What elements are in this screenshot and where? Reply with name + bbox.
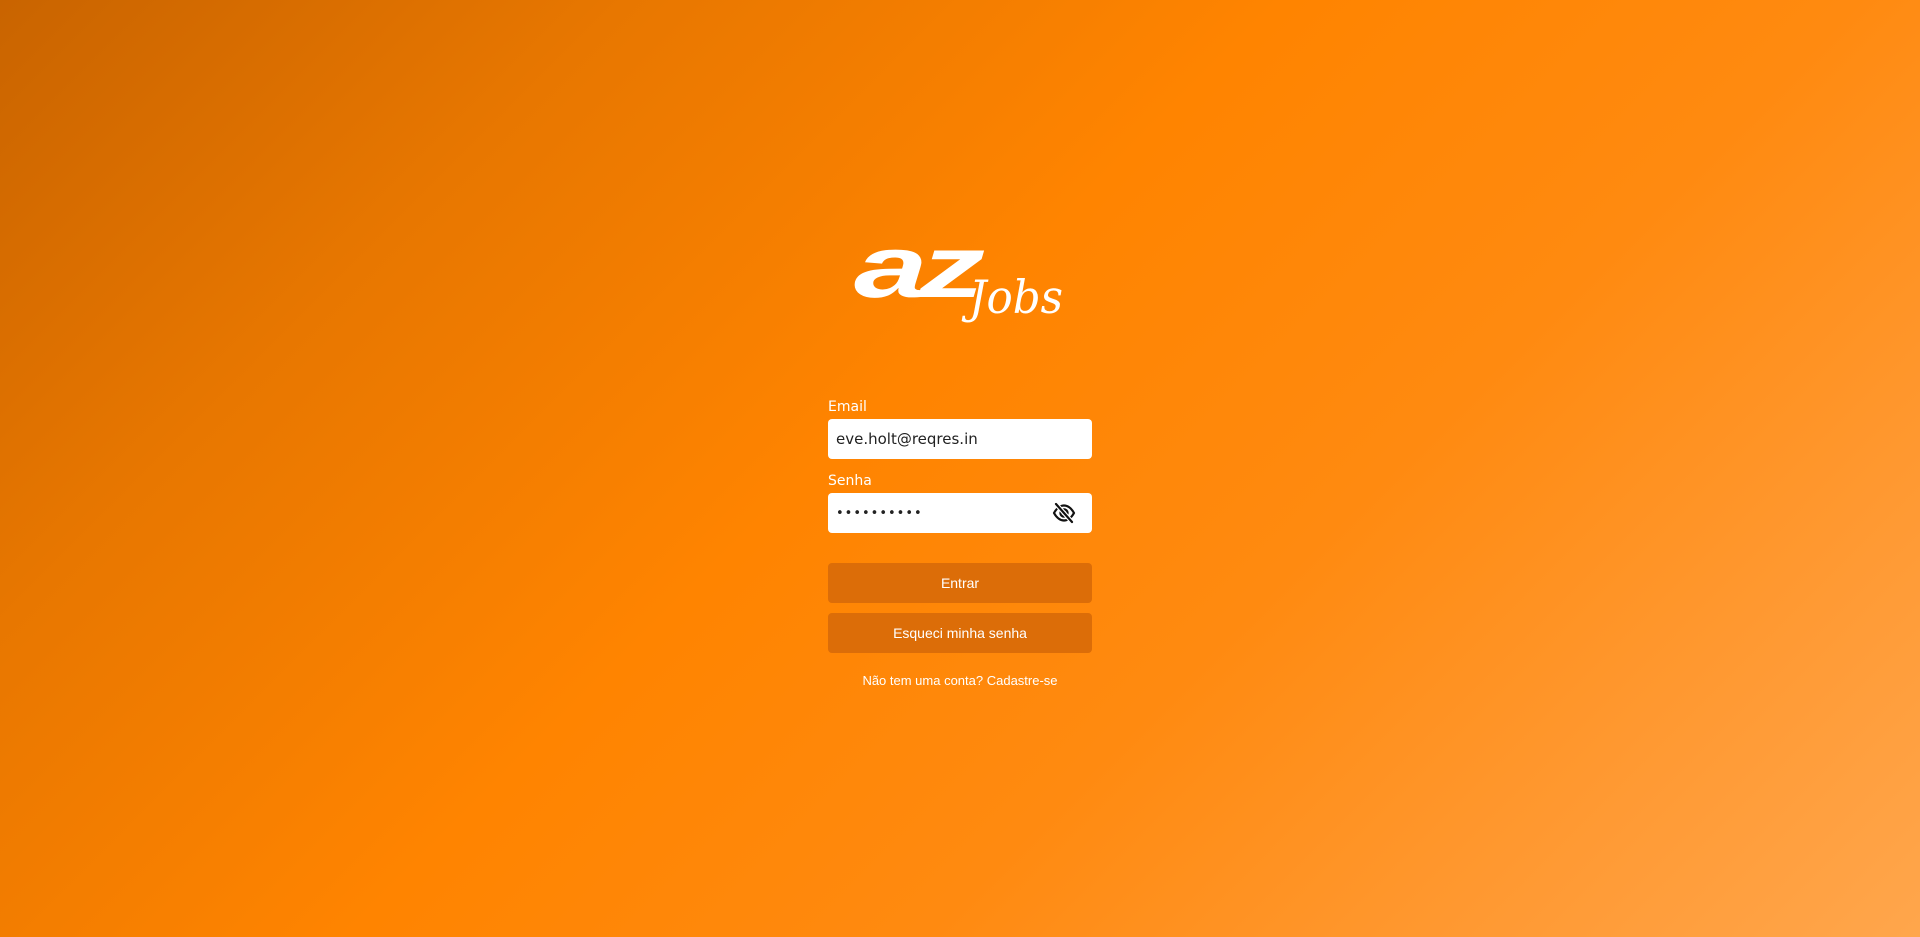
signup-link[interactable]: Não tem uma conta? Cadastre-se <box>828 673 1092 688</box>
email-field-wrapper <box>828 419 1092 459</box>
password-label: Senha <box>828 473 872 489</box>
login-form: Email Senha Entrar Esqueci minha senha N… <box>828 399 1092 688</box>
azjobs-logo: az Jobs <box>854 227 1063 324</box>
forgot-password-button[interactable]: Esqueci minha senha <box>828 613 1092 653</box>
email-label: Email <box>828 399 867 415</box>
eye-slash-icon[interactable] <box>1052 501 1076 525</box>
email-field[interactable] <box>828 419 1092 459</box>
logo-jobs-text: Jobs <box>961 270 1063 324</box>
password-field-wrapper <box>828 493 1092 533</box>
logo-az-text: az <box>854 227 985 316</box>
login-button[interactable]: Entrar <box>828 563 1092 603</box>
